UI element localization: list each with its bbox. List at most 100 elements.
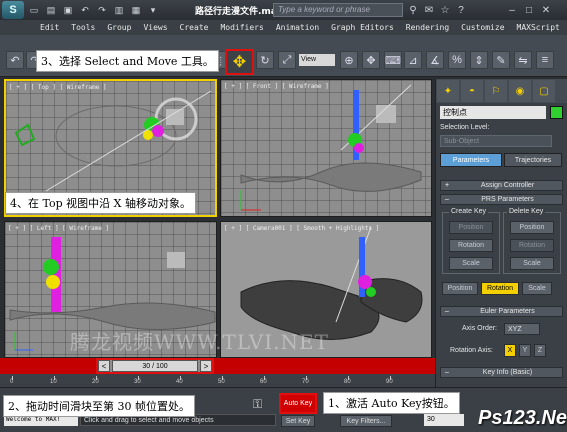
- track-tick-label: 30: [134, 379, 141, 385]
- sub-object-dropdown[interactable]: Sub-Object: [440, 135, 552, 147]
- position-tab-button[interactable]: Position: [442, 282, 478, 295]
- front-viewport-label[interactable]: [ + ] [ Front ] [ Wireframe ]: [224, 83, 329, 90]
- undo-icon[interactable]: ↶: [78, 3, 92, 17]
- menu-animation[interactable]: Animation: [276, 23, 319, 32]
- axis-y-button[interactable]: Y: [519, 344, 531, 357]
- collapse-icon: –: [445, 308, 449, 315]
- front-viewport[interactable]: [ + ] [ Front ] [ Wireframe ]: [220, 79, 432, 217]
- set-key-button[interactable]: Set Key: [281, 415, 315, 427]
- previous-frame-icon[interactable]: <: [98, 360, 110, 372]
- modify-tab-icon[interactable]: ◓: [461, 80, 483, 102]
- app-logo-icon[interactable]: S: [2, 1, 24, 19]
- manipulate-icon[interactable]: ✥: [362, 51, 380, 69]
- scale-tool-icon[interactable]: ⤢: [278, 51, 296, 69]
- menu-group[interactable]: Group: [107, 23, 131, 32]
- undo-tool-icon[interactable]: ↶: [6, 51, 24, 69]
- top-viewport-label[interactable]: [ + ] [ Top ] [ Wireframe ]: [9, 84, 107, 91]
- create-tab-icon[interactable]: ✦: [437, 80, 459, 102]
- assign-controller-rollout[interactable]: + Assign Controller: [440, 180, 563, 191]
- delete-position-key-button[interactable]: Position: [510, 221, 554, 234]
- current-frame-field[interactable]: 30: [424, 414, 464, 426]
- time-slider-thumb[interactable]: 30 / 100: [112, 360, 198, 372]
- rotate-tool-icon[interactable]: ↻: [256, 51, 274, 69]
- favorites-star-icon[interactable]: ☆: [438, 3, 452, 17]
- euler-parameters-rollout[interactable]: – Euler Parameters: [440, 306, 563, 317]
- menu-maxscript[interactable]: MAXScript: [517, 23, 560, 32]
- fetch-icon[interactable]: ▦: [129, 3, 143, 17]
- selected-object-part: [366, 287, 376, 297]
- maximize-icon[interactable]: □: [522, 3, 536, 17]
- prs-parameters-rollout[interactable]: – PRS Parameters: [440, 194, 563, 205]
- select-and-move-button[interactable]: ✥: [225, 49, 254, 75]
- mirror-icon[interactable]: ⇋: [514, 51, 532, 69]
- scale-tab-button[interactable]: Scale: [522, 282, 552, 295]
- track-tick-label: 80: [344, 379, 351, 385]
- path-shape: [14, 123, 36, 147]
- snap-toggle-icon[interactable]: ⊿: [404, 51, 422, 69]
- angle-snap-icon[interactable]: ∡: [426, 51, 444, 69]
- open-file-icon[interactable]: ▤: [44, 3, 58, 17]
- hierarchy-tab-icon[interactable]: ⚐: [485, 80, 507, 102]
- left-viewport-label[interactable]: [ + ] [ Left ] [ Wireframe ]: [8, 225, 109, 232]
- document-title: 路径行走漫文件.max: [195, 7, 283, 17]
- trajectories-button[interactable]: Trajectories: [504, 153, 562, 167]
- key-info-rollout[interactable]: – Key Info (Basic): [440, 367, 563, 378]
- help-icon[interactable]: ?: [454, 3, 468, 17]
- axis-x-button[interactable]: X: [504, 344, 516, 357]
- set-key-mode-icon[interactable]: ⚿: [253, 397, 262, 412]
- named-selection-icon[interactable]: ✎: [492, 51, 510, 69]
- rotation-tab-button[interactable]: Rotation: [481, 282, 519, 295]
- keyboard-shortcut-icon[interactable]: ⌨: [384, 51, 402, 69]
- search-input[interactable]: Type a keyword or phrase: [273, 3, 403, 17]
- create-key-title: Create Key: [449, 208, 489, 215]
- delete-rotation-key-button[interactable]: Rotation: [510, 239, 554, 252]
- communication-center-icon[interactable]: ✉: [422, 3, 436, 17]
- axis-order-dropdown[interactable]: XYZ: [504, 323, 540, 335]
- object-color-swatch[interactable]: [550, 106, 563, 119]
- spinner-snap-icon[interactable]: ⇕: [470, 51, 488, 69]
- menu-graph-editors[interactable]: Graph Editors: [331, 23, 394, 32]
- reference-coordinate-dropdown[interactable]: View: [299, 54, 335, 66]
- close-icon[interactable]: ✕: [539, 3, 553, 17]
- delete-key-title: Delete Key: [507, 208, 546, 215]
- parameters-button[interactable]: Parameters: [440, 153, 502, 167]
- collapse-icon: –: [445, 369, 449, 376]
- axis-z-button[interactable]: Z: [534, 344, 546, 357]
- save-file-icon[interactable]: ▣: [61, 3, 75, 17]
- minimize-icon[interactable]: –: [505, 3, 519, 17]
- camera-viewport-label[interactable]: [ + ] [ Camera001 ] [ Smooth + Highlight…: [224, 225, 379, 232]
- menu-bar: Edit Tools Group Views Create Modifiers …: [0, 20, 567, 35]
- auto-key-button[interactable]: Auto Key: [279, 393, 317, 414]
- menu-modifiers[interactable]: Modifiers: [220, 23, 263, 32]
- selected-object-part: [152, 125, 164, 137]
- percent-snap-icon[interactable]: %: [448, 51, 466, 69]
- menu-tools[interactable]: Tools: [71, 23, 95, 32]
- hold-icon[interactable]: ▥: [112, 3, 126, 17]
- time-slider[interactable]: < 30 / 100 >: [96, 358, 214, 374]
- track-tick-label: 90: [386, 379, 393, 385]
- pivot-center-icon[interactable]: ⊕: [340, 51, 358, 69]
- create-position-key-button[interactable]: Position: [449, 221, 493, 234]
- display-tab-icon[interactable]: ▢: [533, 80, 555, 102]
- dropdown-arrow-icon[interactable]: ▾: [146, 3, 160, 17]
- motion-tab-icon[interactable]: ◉: [509, 80, 531, 102]
- menu-rendering[interactable]: Rendering: [406, 23, 449, 32]
- menu-customize[interactable]: Customize: [461, 23, 504, 32]
- expand-icon: +: [444, 182, 450, 189]
- callout-step2: 2、拖动时间滑块至第 30 帧位置处。: [3, 395, 195, 417]
- menu-views[interactable]: Views: [143, 23, 167, 32]
- binoculars-icon[interactable]: ⚲: [406, 3, 420, 17]
- object-name-field[interactable]: 控制点: [440, 106, 546, 119]
- key-filters-button[interactable]: Key Filters...: [340, 415, 392, 427]
- new-file-icon[interactable]: ▭: [27, 3, 41, 17]
- create-scale-key-button[interactable]: Scale: [449, 257, 493, 270]
- align-icon[interactable]: ≡: [536, 51, 554, 69]
- time-slider-track[interactable]: [0, 358, 435, 374]
- menu-edit[interactable]: Edit: [40, 23, 59, 32]
- next-frame-icon[interactable]: >: [200, 360, 212, 372]
- menu-create[interactable]: Create: [180, 23, 209, 32]
- redo-icon[interactable]: ↷: [95, 3, 109, 17]
- delete-scale-key-button[interactable]: Scale: [510, 257, 554, 270]
- rollout-title: Euler Parameters: [480, 308, 535, 315]
- create-rotation-key-button[interactable]: Rotation: [449, 239, 493, 252]
